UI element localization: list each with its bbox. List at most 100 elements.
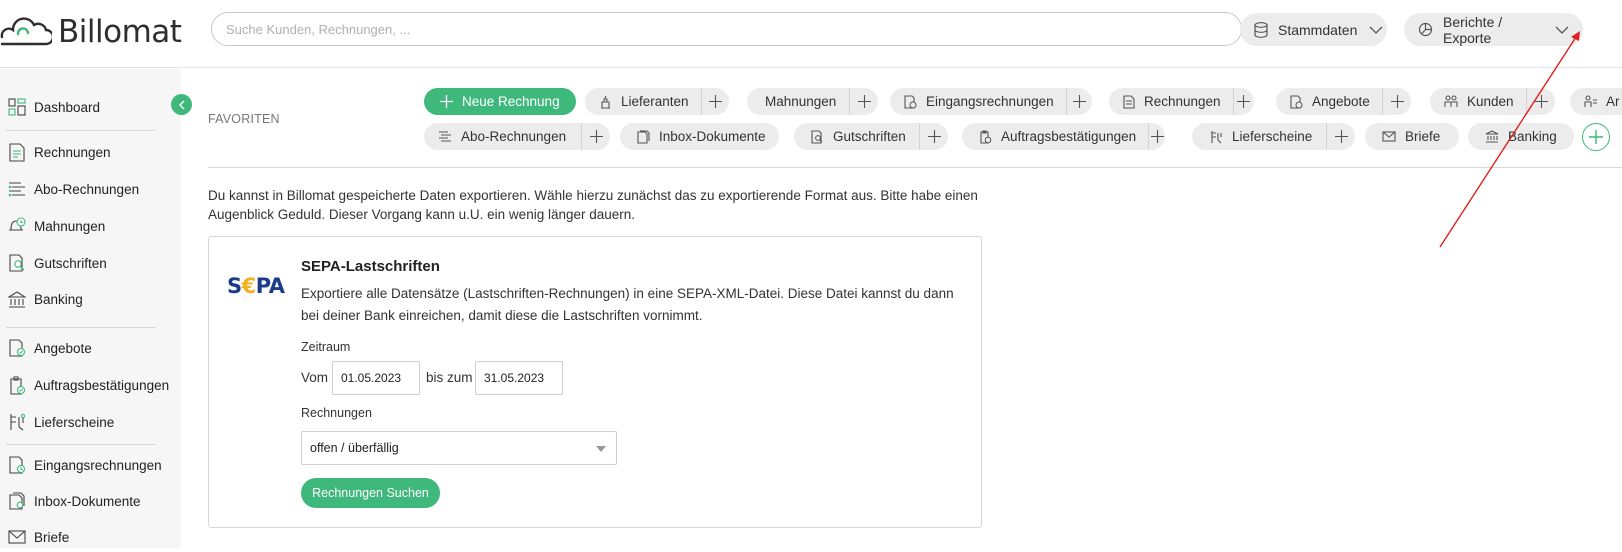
- sidebar-item-label: Briefe: [34, 529, 70, 545]
- plus-icon: [1589, 130, 1603, 144]
- sidebar-item-label: Lieferscheine: [34, 414, 115, 430]
- supplier-icon: [599, 95, 612, 109]
- letter-icon: [1382, 131, 1396, 142]
- search-invoices-button[interactable]: Rechnungen Suchen: [301, 478, 440, 508]
- favorite-abo-rechnungen[interactable]: Abo-Rechnungen: [424, 123, 610, 150]
- subscription-invoice-icon: [438, 130, 452, 143]
- select-value: offen / überfällig: [310, 441, 399, 455]
- pie-chart-icon: [1418, 22, 1433, 37]
- add-favorite-plus-icon[interactable]: [919, 123, 948, 150]
- favorite-eingangsrechnungen[interactable]: Eingangsrechnungen: [890, 88, 1092, 115]
- vom-label: Vom: [301, 370, 329, 385]
- sidebar-item-rechnungen[interactable]: Rechnungen: [0, 137, 181, 167]
- favorite-banking[interactable]: Banking: [1468, 123, 1574, 150]
- user-list-icon: [1584, 95, 1597, 108]
- offer-icon: [6, 339, 28, 357]
- chevron-down-icon: [1369, 26, 1383, 34]
- favorite-lieferanten[interactable]: Lieferanten: [585, 88, 729, 115]
- sidebar-item-auftragsbestaetigungen[interactable]: Auftragsbestätigungen: [0, 370, 181, 400]
- favorite-label: Lieferscheine: [1232, 129, 1313, 144]
- favorite-label: Rechnungen: [1144, 94, 1221, 109]
- favorite-angebote[interactable]: Angebote: [1276, 88, 1411, 115]
- sidebar-collapse-button[interactable]: [171, 94, 192, 115]
- add-favorite-plus-icon[interactable]: [849, 88, 878, 115]
- add-favorite-plus-icon[interactable]: [1065, 88, 1092, 115]
- app-name: Billomat: [58, 14, 182, 50]
- chevron-down-icon: [1555, 26, 1569, 34]
- sidebar-item-angebote[interactable]: Angebote: [0, 333, 181, 363]
- export-intro-text: Du kannst in Billomat gespeicherte Daten…: [208, 188, 978, 222]
- credit-note-icon: [6, 254, 28, 272]
- favorite-neue-rechnung[interactable]: Neue Rechnung: [424, 88, 576, 115]
- date-to-input[interactable]: [475, 361, 563, 395]
- favorite-gutschriften[interactable]: Gutschriften: [794, 123, 948, 150]
- chevron-left-icon: [178, 100, 184, 109]
- sidebar-item-label: Dashboard: [34, 99, 101, 115]
- sidebar-item-label: Mahnungen: [34, 218, 106, 234]
- add-favorite-button[interactable]: [1582, 123, 1610, 151]
- favorite-label: Mahnungen: [765, 94, 837, 109]
- favorite-label: Neue Rechnung: [462, 94, 560, 109]
- favorite-label: Angebote: [1312, 94, 1370, 109]
- add-favorite-plus-icon[interactable]: [1232, 88, 1254, 115]
- caret-down-icon: [596, 446, 606, 452]
- add-favorite-plus-icon[interactable]: [1382, 88, 1411, 115]
- sidebar: Dashboard Rechnungen Abo-Rechnungen Mahn…: [0, 69, 181, 548]
- sidebar-item-gutschriften[interactable]: Gutschriften: [0, 248, 181, 278]
- credit-note-icon: [811, 129, 824, 144]
- sidebar-item-label: Rechnungen: [34, 144, 111, 160]
- favorite-mahnungen[interactable]: Mahnungen: [747, 88, 878, 115]
- favorite-label: Kunden: [1467, 94, 1514, 109]
- berichte-exporte-label: Berichte / Exporte: [1443, 13, 1503, 46]
- sidebar-item-inbox-dokumente[interactable]: Inbox-Dokumente: [0, 486, 181, 516]
- favorite-rechnungen[interactable]: Rechnungen: [1109, 88, 1254, 115]
- favorite-lieferscheine[interactable]: Lieferscheine: [1192, 123, 1355, 150]
- incoming-invoice-icon: [904, 94, 917, 109]
- favorite-label: Ar: [1606, 94, 1620, 109]
- stammdaten-button[interactable]: Stammdaten: [1240, 13, 1387, 46]
- sidebar-item-banking[interactable]: Banking: [0, 284, 181, 314]
- dashboard-icon: [6, 98, 28, 116]
- favorite-auftragsbestaetigungen[interactable]: Auftragsbestätigungen: [962, 123, 1165, 150]
- sidebar-item-dashboard[interactable]: Dashboard: [0, 92, 181, 122]
- add-favorite-plus-icon[interactable]: [1148, 123, 1165, 150]
- panel-description: Exportiere alle Datensätze (Lastschrifte…: [301, 286, 954, 323]
- add-favorite-plus-icon[interactable]: [700, 88, 729, 115]
- sidebar-divider: [6, 130, 156, 131]
- favorite-ar-truncated[interactable]: Ar: [1570, 88, 1622, 115]
- sidebar-item-abo-rechnungen[interactable]: Abo-Rechnungen: [0, 174, 181, 204]
- sidebar-item-label: Gutschriften: [34, 255, 107, 271]
- favorite-label: Eingangsrechnungen: [926, 94, 1054, 109]
- panel-title: SEPA-Lastschriften: [301, 258, 440, 275]
- favorite-inbox-dokumente[interactable]: Inbox-Dokumente: [620, 123, 779, 150]
- invoice-icon: [1123, 94, 1135, 109]
- cloud-logo-icon: [0, 17, 52, 46]
- inbox-document-icon: [637, 129, 650, 144]
- top-header: Billomat Stammdaten Berichte / Exporte: [0, 0, 1622, 68]
- sidebar-item-mahnungen[interactable]: Mahnungen: [0, 211, 181, 241]
- sidebar-item-eingangsrechnungen[interactable]: Eingangsrechnungen: [0, 450, 181, 480]
- add-favorite-plus-icon[interactable]: [1526, 88, 1555, 115]
- favorite-briefe[interactable]: Briefe: [1365, 123, 1459, 150]
- app-logo[interactable]: Billomat: [0, 14, 182, 50]
- bis-zum-label: bis zum: [426, 370, 473, 385]
- delivery-note-icon: [6, 413, 28, 431]
- bank-icon: [6, 290, 28, 308]
- berichte-exporte-button[interactable]: Berichte / Exporte: [1404, 13, 1583, 46]
- favorites-label: FAVORITEN: [208, 112, 280, 126]
- invoice-status-select[interactable]: offen / überfällig: [301, 431, 617, 465]
- add-favorite-plus-icon[interactable]: [1326, 123, 1355, 150]
- delivery-note-icon: [1210, 130, 1223, 144]
- date-from-input[interactable]: [332, 361, 420, 395]
- add-favorite-plus-icon[interactable]: [581, 123, 610, 150]
- sidebar-item-lieferscheine[interactable]: Lieferscheine: [0, 407, 181, 437]
- sidebar-item-label: Auftragsbestätigungen: [34, 377, 170, 393]
- sidebar-divider: [6, 327, 156, 328]
- search-input[interactable]: [211, 12, 1242, 46]
- database-icon: [1254, 21, 1268, 38]
- order-confirmation-icon: [979, 129, 992, 144]
- inbox-document-icon: [6, 492, 28, 510]
- offer-icon: [1290, 94, 1303, 109]
- favorite-label: Gutschriften: [833, 129, 906, 144]
- favorite-kunden[interactable]: Kunden: [1430, 88, 1555, 115]
